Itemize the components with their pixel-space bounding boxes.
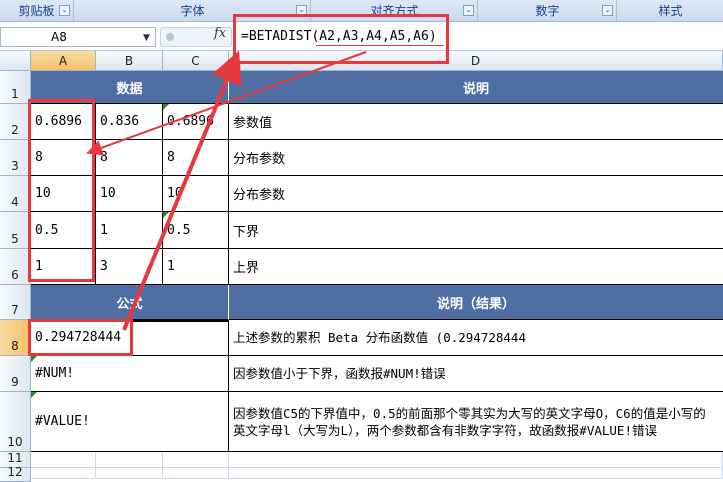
arrow-formula-to-arguments [86, 51, 367, 156]
arrow-result-to-formula [122, 50, 242, 331]
annotation-arrows [86, 50, 367, 331]
